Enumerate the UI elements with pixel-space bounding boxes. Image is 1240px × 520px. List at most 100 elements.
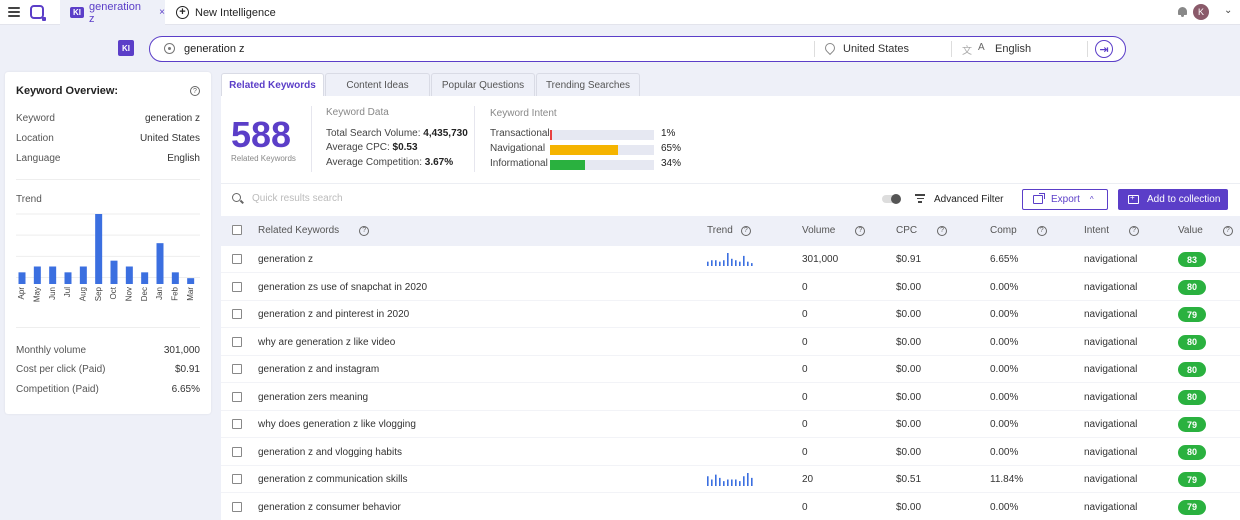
table-row[interactable]: generation z and vlogging habits 0 $0.00 0.…	[221, 439, 1240, 466]
keyword-cell[interactable]: generation z and instagram	[258, 364, 379, 375]
language-select[interactable]: English	[995, 43, 1031, 55]
keyword-data-title: Keyword Data	[326, 107, 389, 118]
keyword-count-label: Related Keywords	[231, 154, 296, 163]
row-checkbox[interactable]	[232, 336, 242, 347]
value-badge: 80	[1178, 279, 1206, 295]
header-related-keywords[interactable]: Related Keywords?	[258, 225, 370, 236]
help-icon[interactable]: ?	[359, 225, 370, 236]
intent-label: Informational	[490, 158, 548, 169]
keyword-cell[interactable]: why does generation z like vlogging	[258, 419, 416, 430]
table-row[interactable]: generation z and pinterest in 2020 0 $0.00…	[221, 301, 1240, 328]
header-volume[interactable]: Volume?	[802, 225, 866, 236]
help-icon[interactable]: ?	[1222, 225, 1233, 236]
tab-popular-questions[interactable]: Popular Questions	[431, 73, 535, 96]
row-checkbox[interactable]	[232, 364, 242, 374]
quick-results-search-input[interactable]	[252, 193, 652, 204]
avatar[interactable]: K	[1193, 4, 1209, 20]
tab-trending-searches[interactable]: Trending Searches	[536, 73, 640, 96]
comp-cell: 0.00%	[990, 419, 1019, 430]
keyword-cell[interactable]: generation zs use of snapchat in 2020	[258, 282, 427, 293]
volume-cell: 0	[802, 501, 808, 513]
sparkline-bar	[739, 481, 741, 486]
header-label: Volume	[802, 225, 836, 236]
table-row[interactable]: generation z and instagram 0 $0.00 0.00% nav…	[221, 356, 1240, 383]
header-value[interactable]: Value?	[1178, 225, 1233, 236]
intent-cell: navigational	[1084, 446, 1138, 458]
cpc-cell: $0.00	[896, 501, 922, 513]
table-row[interactable]: why are generation z like video 0 $0.00 0.0…	[221, 329, 1240, 356]
value-badge: 80	[1178, 444, 1206, 460]
row-checkbox[interactable]	[232, 391, 242, 402]
add-to-collection-button[interactable]: Add to collection	[1118, 189, 1228, 210]
menu-icon[interactable]	[8, 7, 20, 17]
sparkline-bar	[715, 474, 717, 486]
value-badge: 79	[1178, 472, 1206, 487]
table-row[interactable]: generation z 301,000 $0.91 6.65% navigationa…	[221, 246, 1240, 273]
table-row[interactable]: why does generation z like vlogging 0 $0.0…	[221, 411, 1240, 438]
cpc-cell: $0.00	[896, 336, 922, 348]
chevron-down-icon[interactable]: ⌄	[1224, 5, 1232, 16]
filter-icon[interactable]	[915, 194, 925, 203]
search-submit-button[interactable]: ⇥	[1095, 40, 1113, 58]
stat-row: Competition (Paid) 6.65%	[16, 384, 200, 395]
keyword-cell[interactable]: generation z communication skills	[258, 474, 408, 485]
stat-value: $0.91	[174, 364, 200, 375]
table-row[interactable]: generation z consumer behavior 0 $0.00 0.00…	[221, 494, 1240, 520]
trend-month-label: May	[32, 287, 41, 302]
row-checkbox[interactable]	[232, 281, 242, 292]
export-button[interactable]: Export ^	[1022, 189, 1108, 210]
row-checkbox[interactable]	[232, 254, 242, 264]
overview-label: Language	[16, 153, 61, 164]
close-icon[interactable]: ×	[159, 7, 165, 18]
keyword-cell[interactable]: generation z and vlogging habits	[258, 447, 402, 458]
keyword-cell[interactable]: generation z and pinterest in 2020	[258, 309, 409, 320]
overview-value: generation z	[144, 113, 200, 124]
keyword-cell[interactable]: why are generation z like video	[258, 337, 395, 348]
help-icon[interactable]: ?	[855, 225, 866, 236]
row-checkbox[interactable]	[232, 419, 242, 429]
average-cpc-label: Average CPC:	[326, 142, 390, 153]
keyword-cell[interactable]: generation zers meaning	[258, 392, 368, 403]
divider	[16, 179, 200, 180]
overview-label: Keyword	[16, 113, 55, 124]
header-comp[interactable]: Comp?	[990, 225, 1047, 236]
help-icon[interactable]: ?	[1129, 225, 1140, 236]
help-icon[interactable]: ?	[740, 225, 751, 236]
trend-bar	[64, 272, 72, 284]
bell-icon[interactable]	[1177, 6, 1188, 18]
table-row[interactable]: generation zs use of snapchat in 2020 0 $0…	[221, 274, 1240, 301]
tab-content-ideas[interactable]: Content Ideas	[325, 73, 430, 96]
header-intent[interactable]: Intent?	[1084, 225, 1140, 236]
header-trend[interactable]: Trend?	[707, 225, 751, 236]
tab-related-keywords[interactable]: Related Keywords	[221, 73, 324, 97]
select-all-checkbox[interactable]	[232, 225, 242, 235]
app-logo-icon[interactable]	[30, 5, 46, 21]
row-checkbox[interactable]	[232, 309, 242, 319]
help-icon[interactable]: ?	[1036, 225, 1047, 236]
tab-generation-z[interactable]: KI generation z ×	[60, 0, 165, 25]
table-row[interactable]: generation zers meaning 0 $0.00 0.00% naviga…	[221, 384, 1240, 411]
keyword-search-input[interactable]	[184, 41, 784, 57]
row-checkbox[interactable]	[232, 501, 242, 512]
volume-cell: 20	[802, 474, 814, 485]
sparkline-bar	[723, 481, 725, 486]
sparkline-bar	[735, 260, 737, 266]
row-checkbox[interactable]	[232, 446, 242, 457]
total-volume: Total Search Volume: 4,435,730	[326, 128, 468, 139]
toggle-switch[interactable]	[882, 194, 901, 204]
advanced-filter-button[interactable]: Advanced Filter	[934, 194, 1003, 205]
keyword-cell[interactable]: generation z	[258, 254, 313, 265]
trend-label: Trend	[16, 194, 42, 205]
location-select[interactable]: United States	[843, 43, 909, 55]
keyword-cell[interactable]: generation z consumer behavior	[258, 502, 401, 513]
table-row[interactable]: generation z communication skills 20 $0.51…	[221, 466, 1240, 493]
help-icon[interactable]: ?	[190, 86, 200, 96]
cpc-cell: $0.00	[896, 364, 922, 375]
trend-sparkline	[707, 473, 753, 486]
stat-value: 301,000	[163, 345, 200, 356]
header-cpc[interactable]: CPC?	[896, 225, 948, 236]
new-intelligence-button[interactable]: + New Intelligence	[176, 0, 276, 25]
intent-bar	[550, 160, 654, 170]
row-checkbox[interactable]	[232, 474, 242, 484]
help-icon[interactable]: ?	[937, 225, 948, 236]
